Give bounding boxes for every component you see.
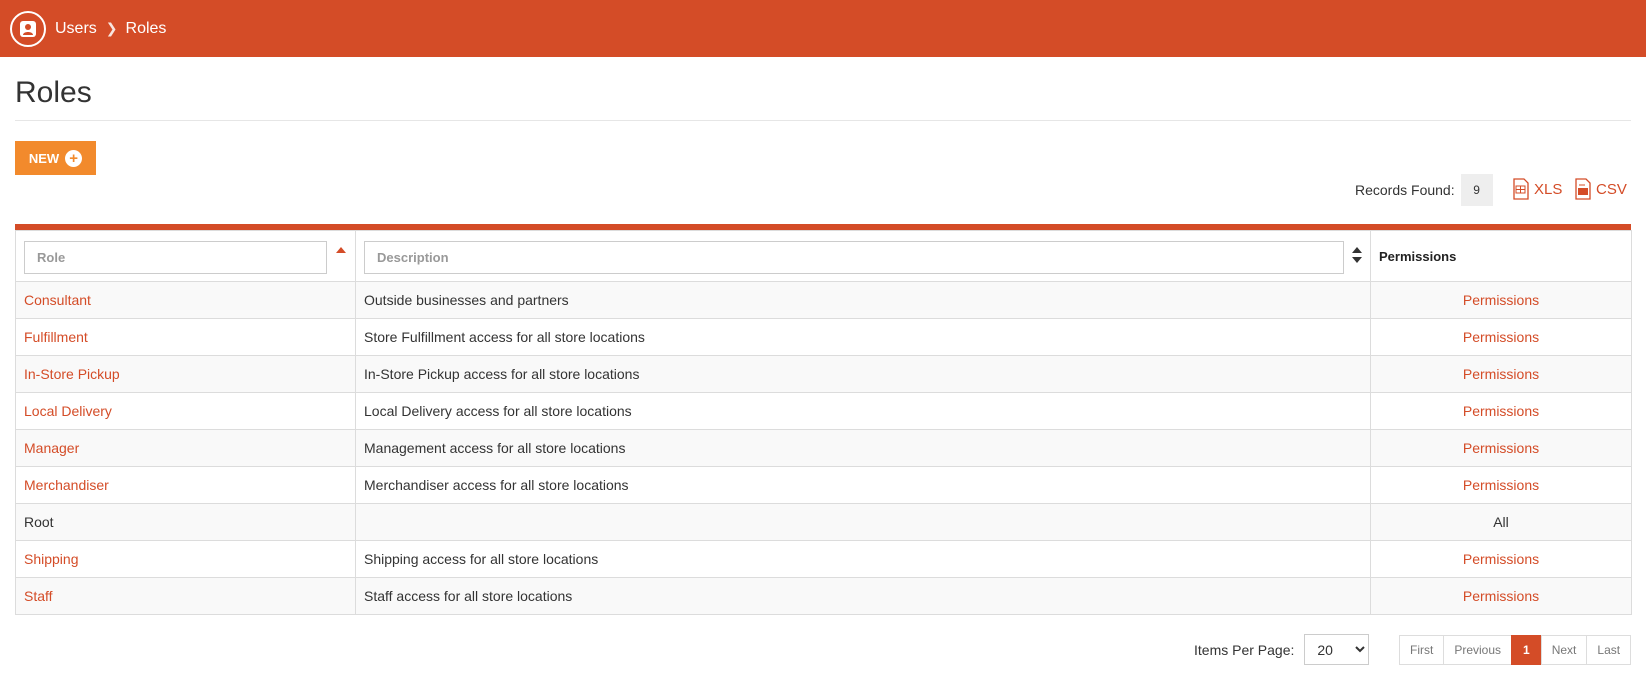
breadcrumb-users-link[interactable]: Users (55, 20, 97, 38)
role-cell: Consultant (15, 281, 356, 319)
export-xls-button[interactable]: XLS (1513, 178, 1562, 200)
description-filter-input[interactable] (364, 241, 1344, 274)
role-cell: Local Delivery (15, 392, 356, 430)
role-name-link[interactable]: In-Store Pickup (24, 366, 120, 382)
table-row: In-Store Pickup In-Store Pickup access fo… (15, 355, 1632, 393)
pager-first-button[interactable]: First (1399, 635, 1445, 665)
table-row: Root All (15, 503, 1632, 541)
csv-file-icon (1575, 178, 1591, 200)
table-row: Staff Staff access for all store location… (15, 577, 1632, 615)
permissions-cell: Permissions (1370, 429, 1632, 467)
pager-current-page[interactable]: 1 (1511, 635, 1542, 665)
table-row: Fulfillment Store Fulfillment access for … (15, 318, 1632, 356)
role-cell: Root (15, 503, 356, 541)
description-cell: Outside businesses and partners (355, 281, 1371, 319)
role-cell: In-Store Pickup (15, 355, 356, 393)
table-row: Merchandiser Merchandiser access for all … (15, 466, 1632, 504)
permissions-cell: Permissions (1370, 577, 1632, 615)
items-per-page-label: Items Per Page: (1194, 641, 1295, 658)
description-cell: Local Delivery access for all store loca… (355, 392, 1371, 430)
pager-last-button[interactable]: Last (1586, 635, 1632, 665)
permissions-link[interactable]: Permissions (1463, 440, 1539, 456)
permissions-link[interactable]: Permissions (1463, 588, 1539, 604)
permissions-all-label: All (1493, 514, 1509, 530)
permissions-cell: Permissions (1370, 466, 1632, 504)
user-profile-icon[interactable] (10, 11, 46, 47)
table-row: Consultant Outside businesses and partner… (15, 281, 1632, 319)
items-per-page-select[interactable]: 20 (1304, 634, 1370, 665)
records-count-badge: 9 (1460, 174, 1493, 206)
permissions-link[interactable]: Permissions (1463, 329, 1539, 345)
description-cell: In-Store Pickup access for all store loc… (355, 355, 1371, 393)
role-name-link[interactable]: Shipping (24, 551, 79, 567)
table-header-row: Permissions (15, 230, 1632, 282)
new-button-label: NEW (28, 150, 60, 166)
items-per-page: Items Per Page: 20 (1194, 634, 1370, 665)
export-csv-button[interactable]: CSV (1575, 178, 1627, 200)
permissions-column-header: Permissions (1370, 230, 1632, 282)
permissions-cell: Permissions (1370, 540, 1632, 578)
role-cell: Manager (15, 429, 356, 467)
role-name-link[interactable]: Staff (24, 588, 53, 604)
description-cell: Shipping access for all store locations (355, 540, 1371, 578)
role-name-link: Root (24, 514, 54, 530)
role-name-link[interactable]: Local Delivery (24, 403, 112, 419)
sort-toggle-icon[interactable] (1352, 247, 1362, 267)
permissions-link[interactable]: Permissions (1463, 551, 1539, 567)
sort-ascending-icon[interactable] (336, 247, 346, 253)
role-name-link[interactable]: Fulfillment (24, 329, 88, 345)
role-cell: Staff (15, 577, 356, 615)
description-cell (355, 503, 1371, 541)
breadcrumb-current: Roles (125, 19, 167, 37)
role-filter-input[interactable] (24, 241, 327, 274)
permissions-cell: Permissions (1370, 355, 1632, 393)
permissions-cell: All (1370, 503, 1632, 541)
pager-previous-button[interactable]: Previous (1443, 635, 1513, 665)
role-cell: Fulfillment (15, 318, 356, 356)
role-name-link[interactable]: Merchandiser (24, 477, 109, 493)
permissions-link[interactable]: Permissions (1463, 477, 1539, 493)
permissions-cell: Permissions (1370, 318, 1632, 356)
pager-next-button[interactable]: Next (1540, 635, 1588, 665)
pagination: First Previous 1 Next Last (1399, 635, 1632, 665)
xls-file-icon (1513, 178, 1529, 200)
title-divider (15, 120, 1631, 121)
role-name-link[interactable]: Consultant (24, 292, 91, 308)
breadcrumb: Users ❯ Roles (55, 0, 166, 57)
chevron-right-icon: ❯ (105, 20, 118, 36)
permissions-link[interactable]: Permissions (1463, 292, 1539, 308)
table-row: Manager Management access for all store l… (15, 429, 1632, 467)
description-cell: Staff access for all store locations (355, 577, 1371, 615)
permissions-link[interactable]: Permissions (1463, 403, 1539, 419)
description-cell: Store Fulfillment access for all store l… (355, 318, 1371, 356)
roles-table: Permissions Consultant Outside businesses… (15, 224, 1632, 615)
records-found-label: Records Found: (1355, 182, 1455, 198)
role-cell: Shipping (15, 540, 356, 578)
top-bar: Users ❯ Roles (0, 0, 1646, 57)
role-name-link[interactable]: Manager (24, 440, 79, 456)
export-csv-label: CSV (1596, 180, 1627, 198)
new-role-button[interactable]: NEW + (15, 141, 96, 175)
plus-circle-icon: + (65, 149, 83, 167)
role-column-header (15, 230, 356, 282)
permissions-cell: Permissions (1370, 392, 1632, 430)
records-found: Records Found: 9 (1355, 174, 1493, 206)
description-column-header (355, 230, 1371, 282)
description-cell: Management access for all store location… (355, 429, 1371, 467)
export-xls-label: XLS (1534, 180, 1563, 198)
permissions-cell: Permissions (1370, 281, 1632, 319)
page-title: Roles (15, 76, 92, 109)
role-cell: Merchandiser (15, 466, 356, 504)
permissions-link[interactable]: Permissions (1463, 366, 1539, 382)
description-cell: Merchandiser access for all store locati… (355, 466, 1371, 504)
table-row: Local Delivery Local Delivery access for … (15, 392, 1632, 430)
table-row: Shipping Shipping access for all store lo… (15, 540, 1632, 578)
